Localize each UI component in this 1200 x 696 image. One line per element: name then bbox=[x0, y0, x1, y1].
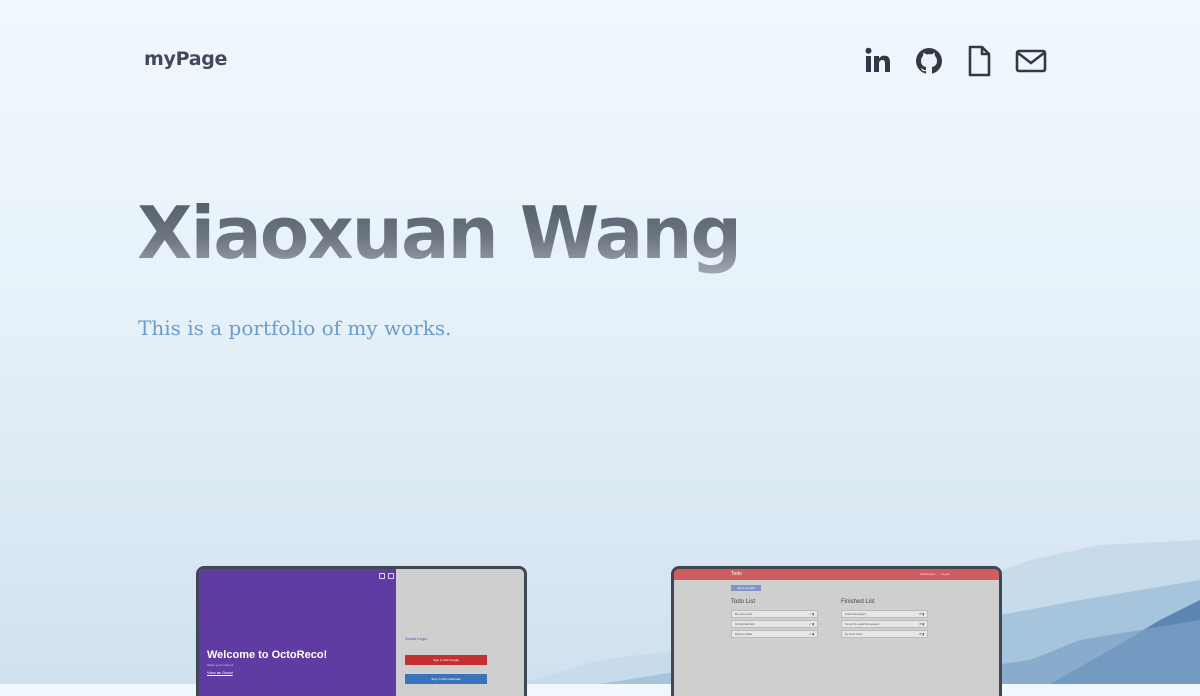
facebook-signin-button: Sign in with Facebook bbox=[405, 674, 487, 684]
finished-item: Fly to the moon ↺ ▮ bbox=[841, 630, 928, 638]
google-signin-button: Sign in with Google bbox=[405, 655, 487, 665]
site-logo[interactable]: myPage bbox=[144, 48, 227, 70]
todo-brand: Todo bbox=[731, 571, 742, 577]
hero-subtitle: This is a portfolio of my works. bbox=[138, 316, 452, 340]
project-card-todo[interactable]: Todo Dashboard Logout Add a new Task Tod… bbox=[671, 566, 1002, 696]
todo-item: Buy some fruits ✓ ▮ bbox=[731, 610, 818, 618]
todo-nav-links: Dashboard Logout bbox=[920, 572, 950, 576]
hero-name: Xiaoxuan Wang bbox=[137, 188, 742, 278]
social-links bbox=[860, 44, 1050, 80]
linkedin-icon[interactable] bbox=[860, 44, 894, 78]
resume-document-icon[interactable] bbox=[962, 44, 996, 78]
mail-icon[interactable] bbox=[1014, 44, 1048, 78]
github-icon[interactable] bbox=[912, 44, 946, 78]
project-card-octoreco[interactable]: Welcome to OctoReco! Share your moment V… bbox=[196, 566, 527, 696]
finished-item: Finish todo project ↺ ▮ bbox=[841, 610, 928, 618]
todo-list-heading: Todo List bbox=[731, 599, 756, 605]
octoreco-welcome-panel: Welcome to OctoReco! Share your moment V… bbox=[199, 569, 396, 696]
todo-nav-logout: Logout bbox=[940, 572, 950, 576]
finished-item: Go out for a walk this weekend ↺ ▮ bbox=[841, 620, 928, 628]
octoreco-tagline: Share your moment bbox=[207, 663, 234, 667]
octoreco-login-panel: Social Login Sign in with Google Sign in… bbox=[396, 569, 524, 696]
octoreco-welcome-title: Welcome to OctoReco! bbox=[207, 649, 328, 661]
todo-nav-dashboard: Dashboard bbox=[920, 572, 935, 576]
todo-item: Discuss update ✓ ▮ bbox=[731, 630, 818, 638]
finished-list-heading: Finished List bbox=[841, 599, 875, 605]
todo-navbar: Todo Dashboard Logout bbox=[674, 569, 999, 580]
octoreco-top-icons bbox=[379, 573, 394, 579]
add-task-button: Add a new Task bbox=[731, 585, 761, 591]
octoreco-guest-link: View as Guest bbox=[207, 670, 233, 675]
social-login-title: Social Login bbox=[405, 636, 427, 641]
todo-item: Fill important form ✓ ▮ bbox=[731, 620, 818, 628]
background-mountains bbox=[520, 540, 1200, 684]
